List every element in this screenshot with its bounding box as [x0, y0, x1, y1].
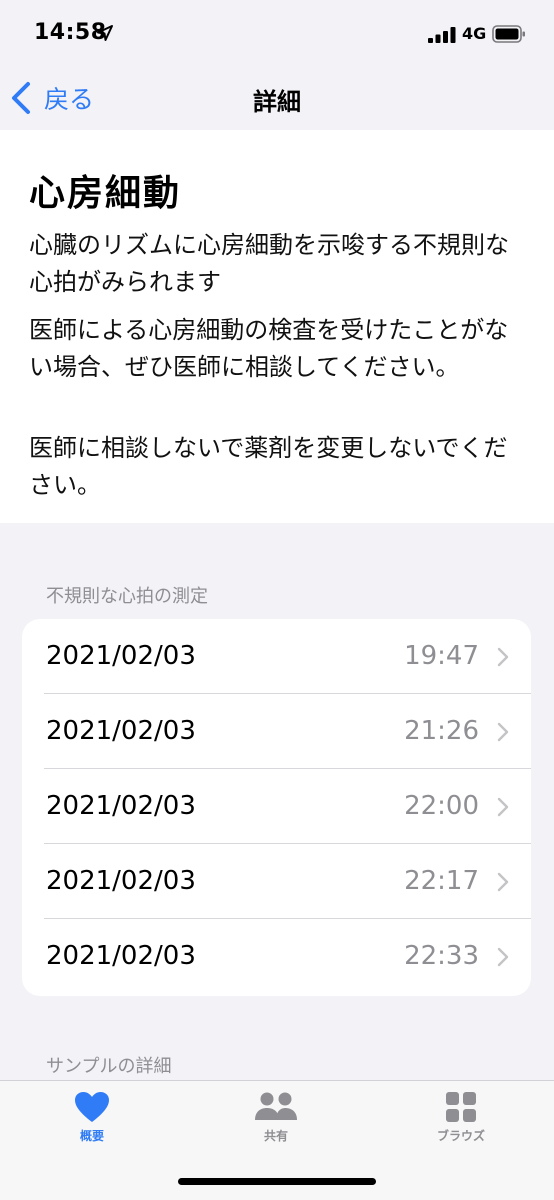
- tab-label: ブラウズ: [436, 1129, 485, 1143]
- measurement-time: 21:26: [404, 716, 479, 746]
- info-paragraph: 医師による心房細動の検査を受けたことがない場合、ぜひ医師に相談してください。: [29, 316, 509, 381]
- home-indicator: [178, 1178, 376, 1185]
- chevron-right-icon: [497, 722, 509, 742]
- measurement-date: 2021/02/03: [46, 866, 196, 896]
- status-bar: 14:58 4G: [0, 0, 554, 66]
- list-item[interactable]: 2021/02/03 22:00: [22, 769, 531, 844]
- battery-icon: [492, 25, 525, 43]
- measurement-time: 22:17: [404, 866, 479, 896]
- measurement-date: 2021/02/03: [46, 716, 196, 746]
- tab-summary[interactable]: 概要: [32, 1091, 152, 1144]
- measurement-date: 2021/02/03: [46, 641, 196, 671]
- tab-label: 共有: [263, 1129, 288, 1143]
- section-header-measurements: 不規則な心拍の測定: [46, 586, 208, 607]
- chevron-right-icon: [497, 797, 509, 817]
- location-arrow-icon: [97, 25, 113, 41]
- list-item[interactable]: 2021/02/03 19:47: [22, 619, 531, 694]
- navigation-bar: 戻る 詳細: [0, 66, 554, 130]
- list-item[interactable]: 2021/02/03 22:17: [22, 844, 531, 919]
- measurement-date: 2021/02/03: [46, 791, 196, 821]
- info-card: 心房細動 心臓のリズムに心房細動を示唆する不規則な心拍がみられます 医師による心…: [0, 130, 554, 523]
- info-paragraph: 医師に相談しないで薬剤を変更しないでください。: [29, 434, 508, 499]
- tab-share[interactable]: 共有: [216, 1091, 336, 1144]
- tab-browse[interactable]: ブラウズ: [401, 1091, 521, 1144]
- chevron-right-icon: [497, 947, 509, 967]
- page-title: 詳細: [253, 88, 301, 116]
- measurement-time: 22:00: [404, 791, 479, 821]
- list-item[interactable]: 2021/02/03 22:33: [22, 919, 531, 994]
- section-header-sample-details: サンプルの詳細: [46, 1056, 172, 1077]
- measurement-list: 2021/02/03 19:47 2021/02/03 21:26 2021/0…: [22, 619, 531, 996]
- classification-title: 心房細動: [29, 173, 182, 214]
- measurement-time: 22:33: [404, 941, 479, 971]
- chevron-right-icon: [497, 872, 509, 892]
- measurement-time: 19:47: [404, 641, 479, 671]
- list-item[interactable]: 2021/02/03 21:26: [22, 694, 531, 769]
- cellular-signal-icon: [428, 27, 456, 43]
- people-icon: [255, 1092, 297, 1120]
- measurement-date: 2021/02/03: [46, 941, 196, 971]
- info-paragraph: 心臓のリズムに心房細動を示唆する不規則な心拍がみられます: [29, 231, 509, 296]
- grid-icon: [446, 1092, 476, 1122]
- tab-label: 概要: [79, 1129, 104, 1143]
- network-type-label: 4G: [462, 24, 487, 43]
- chevron-right-icon: [497, 647, 509, 667]
- heart-icon: [75, 1092, 109, 1122]
